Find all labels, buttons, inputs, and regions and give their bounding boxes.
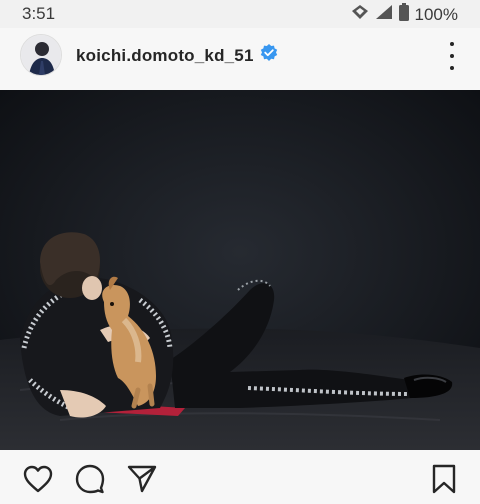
data-saver-icon: [351, 4, 369, 25]
heart-icon[interactable]: [22, 463, 54, 495]
post-image[interactable]: [0, 90, 480, 450]
comment-icon[interactable]: [74, 463, 106, 495]
battery-icon: [398, 3, 409, 26]
battery-percent: 100%: [414, 4, 458, 24]
post-header: koichi.domoto_kd_51: [0, 28, 480, 90]
verified-badge-icon: [260, 44, 278, 67]
status-icons: 100%: [351, 3, 458, 26]
send-icon[interactable]: [126, 463, 158, 495]
status-time: 3:51: [22, 4, 56, 23]
signal-icon: [375, 4, 393, 25]
action-bar: [0, 450, 480, 504]
username[interactable]: koichi.domoto_kd_51: [76, 46, 254, 66]
more-vertical-icon[interactable]: [446, 42, 458, 70]
avatar[interactable]: [20, 34, 62, 76]
status-bar: 3:51 100%: [0, 0, 480, 28]
username-row[interactable]: koichi.domoto_kd_51: [76, 44, 278, 67]
bookmark-icon[interactable]: [428, 463, 460, 495]
